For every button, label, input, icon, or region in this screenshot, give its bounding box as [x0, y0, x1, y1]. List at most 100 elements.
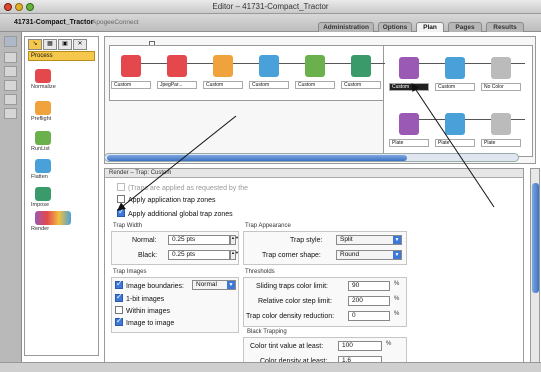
- plan-node[interactable]: Plate: [481, 107, 521, 151]
- sliding-limit-field[interactable]: 90: [348, 281, 390, 291]
- title-bar: Editor – 41731-Compact_Tractor: [0, 0, 541, 14]
- one-bit-checkbox[interactable]: [115, 292, 123, 302]
- plan-node-selected[interactable]: Custom: [389, 51, 429, 95]
- within-images-row[interactable]: Within images: [115, 306, 170, 315]
- plan-node-label[interactable]: Custom: [341, 81, 381, 89]
- apply-app-trap-checkbox[interactable]: [117, 195, 125, 203]
- plan-node[interactable]: Custom: [295, 49, 335, 93]
- toolbar-button[interactable]: [4, 108, 17, 119]
- plan-node[interactable]: Plate: [389, 107, 429, 151]
- palette-tab-close[interactable]: ✕: [73, 39, 87, 50]
- runlist-icon: [259, 55, 279, 77]
- normal-width-stepper[interactable]: ▲▼: [230, 235, 239, 245]
- plan-node[interactable]: Custom: [341, 49, 381, 93]
- normal-width-field[interactable]: 0.25 pts: [168, 235, 230, 245]
- plan-node-label[interactable]: JpegPar...: [157, 81, 197, 89]
- palette-item-normalize[interactable]: Normalize: [31, 67, 91, 93]
- apply-global-trap-checkbox[interactable]: [117, 207, 125, 217]
- toolbar-button[interactable]: [4, 36, 17, 47]
- palette-item-label: RunList: [31, 146, 50, 152]
- trap-images-title: Trap Images: [113, 269, 147, 275]
- palette-item-flatten[interactable]: Flatten: [31, 157, 91, 183]
- tab-results[interactable]: Results: [486, 22, 524, 32]
- impose-icon: [351, 55, 371, 77]
- plan-node[interactable]: JpegPar...: [157, 49, 197, 93]
- tab-pages[interactable]: Pages: [448, 22, 482, 32]
- traps-note-checkbox: [117, 183, 125, 191]
- plan-node-label[interactable]: Custom: [295, 81, 335, 89]
- plan-node-label[interactable]: Plate: [435, 139, 475, 147]
- apply-app-trap-row[interactable]: Apply application trap zones: [117, 195, 216, 204]
- palette-tab-process[interactable]: ↘: [28, 39, 42, 50]
- render-icon: [399, 57, 419, 79]
- plan-canvas[interactable]: Custom JpegPar... Custom Custom Custom C…: [104, 36, 536, 164]
- palette-item-render[interactable]: Render: [31, 209, 91, 235]
- trap-corner-label: Trap corner shape:: [262, 252, 321, 259]
- palette-item-label: Impose: [31, 202, 50, 208]
- plan-node[interactable]: Custom: [203, 49, 243, 93]
- plan-node-label[interactable]: Custom: [111, 81, 151, 89]
- within-images-checkbox[interactable]: [115, 306, 123, 314]
- image-boundaries-checkbox[interactable]: [115, 279, 123, 289]
- plan-horizontal-scrollbar[interactable]: [104, 153, 519, 162]
- black-width-label: Black:: [138, 252, 158, 259]
- one-bit-row[interactable]: 1-bit images: [115, 292, 164, 303]
- apply-global-trap-label: Apply additional global trap zones: [128, 211, 233, 218]
- plan-node[interactable]: Custom: [435, 51, 475, 95]
- trap-width-title: Trap Width: [113, 223, 143, 229]
- palette-item-label: Normalize: [31, 84, 56, 90]
- palette-item-runlist[interactable]: RunList: [31, 129, 91, 155]
- relative-step-field[interactable]: 200: [348, 296, 390, 306]
- image-to-image-checkbox[interactable]: [115, 316, 123, 326]
- palette-tab-grid[interactable]: ▦: [43, 39, 57, 50]
- toolbar-button[interactable]: [4, 52, 17, 63]
- panel-header: Render – Trap: Custom: [105, 169, 523, 178]
- plan-node-label[interactable]: Plate: [481, 139, 521, 147]
- palette-tab-output[interactable]: ▣: [58, 39, 72, 50]
- chevron-down-icon: ▼: [393, 251, 401, 259]
- toolbar-button[interactable]: [4, 80, 17, 91]
- toolbar-button[interactable]: [4, 94, 17, 105]
- tab-options[interactable]: Options: [378, 22, 412, 32]
- palette-item-preflight[interactable]: Preflight: [31, 99, 91, 125]
- plan-node[interactable]: Custom: [111, 49, 151, 93]
- toolbar-button[interactable]: [4, 66, 17, 77]
- tab-plan[interactable]: Plan: [416, 22, 444, 32]
- apply-global-trap-row[interactable]: Apply additional global trap zones: [117, 207, 233, 218]
- thresholds-group: Sliding traps color limit: 90 % Relative…: [243, 277, 407, 327]
- plan-node-label[interactable]: Custom: [435, 83, 475, 91]
- plan-node-label[interactable]: Custom: [249, 81, 289, 89]
- trap-style-select[interactable]: Split ▼: [336, 235, 402, 245]
- tint-value-field[interactable]: 100: [338, 341, 382, 351]
- image-boundaries-row[interactable]: Image boundaries:: [115, 279, 184, 290]
- plan-node[interactable]: Plate: [435, 107, 475, 151]
- plan-node-label[interactable]: No Color: [481, 83, 521, 91]
- plan-node-label[interactable]: Custom: [203, 81, 243, 89]
- process-palette: ↘ ▦ ▣ ✕ Process Normalize Preflight RunL…: [24, 36, 99, 356]
- tint-value-label: Color tint value at least:: [250, 343, 324, 350]
- trap-corner-select[interactable]: Round ▼: [336, 250, 402, 260]
- tint-value-unit: %: [386, 341, 392, 347]
- apply-app-trap-label: Apply application trap zones: [128, 197, 216, 204]
- plan-node[interactable]: Custom: [249, 49, 289, 93]
- image-boundaries-select[interactable]: Normal ▼: [192, 280, 236, 290]
- black-width-field[interactable]: 0.25 pts: [168, 250, 230, 260]
- panel-vertical-scrollbar[interactable]: [530, 168, 540, 364]
- palette-item-label: Render: [31, 226, 50, 232]
- status-bar: [0, 362, 541, 372]
- palette-item-label: Flatten: [31, 174, 48, 180]
- scrollbar-thumb[interactable]: [107, 155, 407, 161]
- output-icon: [491, 113, 511, 135]
- black-width-stepper[interactable]: ▲▼: [230, 250, 239, 260]
- trap-images-group: Image boundaries: Normal ▼ 1-bit images …: [111, 277, 239, 333]
- output-icon: [491, 57, 511, 79]
- scrollbar-thumb[interactable]: [532, 183, 539, 293]
- plan-node-label[interactable]: Custom: [389, 83, 429, 91]
- plan-node-label[interactable]: Plate: [389, 139, 429, 147]
- image-to-image-row[interactable]: Image to image: [115, 316, 174, 327]
- flatten-icon: [35, 159, 51, 173]
- density-reduction-field[interactable]: 0: [348, 311, 390, 321]
- plan-node[interactable]: No Color: [481, 51, 521, 95]
- tab-administration[interactable]: Administration: [318, 22, 374, 32]
- palette-item-impose[interactable]: Impose: [31, 185, 91, 211]
